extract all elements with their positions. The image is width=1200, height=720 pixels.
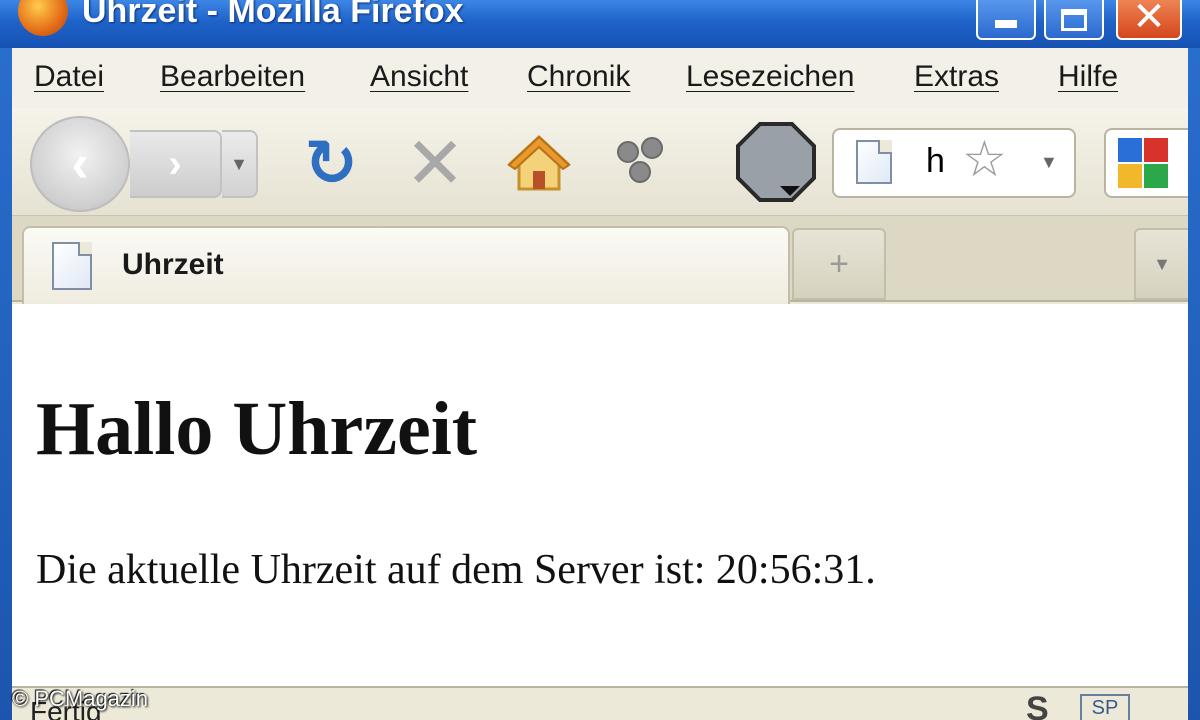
- maximize-button[interactable]: [1044, 0, 1104, 40]
- menu-item-bearbeiten[interactable]: Bearbeiten: [160, 60, 305, 94]
- menu-item-hilfe[interactable]: Hilfe: [1058, 60, 1118, 94]
- window-title: Uhrzeit - Mozilla Firefox: [82, 0, 464, 30]
- browser-window: Uhrzeit - Mozilla Firefox ✕ Datei Bearbe…: [0, 0, 1200, 720]
- status-sp-icon[interactable]: SP: [1080, 694, 1130, 720]
- minimize-button[interactable]: [976, 0, 1036, 40]
- menu-item-extras[interactable]: Extras: [914, 60, 999, 94]
- plus-icon: +: [829, 244, 849, 283]
- close-button[interactable]: ✕: [1116, 0, 1182, 40]
- page-icon: [856, 140, 892, 184]
- maximize-icon: [1061, 9, 1087, 31]
- reload-icon: ↻: [304, 126, 358, 199]
- menu-item-lesezeichen[interactable]: Lesezeichen: [686, 60, 854, 94]
- chevron-down-icon[interactable]: ▼: [1040, 152, 1058, 173]
- back-icon: ‹: [71, 135, 89, 193]
- navigation-toolbar: ‹ › ▼ ↻ ✕ h ☆ ▼: [12, 108, 1188, 216]
- tab-list-button[interactable]: ▼: [1134, 228, 1188, 300]
- chevron-down-icon: ▼: [230, 153, 248, 174]
- menu-item-ansicht[interactable]: Ansicht: [370, 60, 468, 94]
- tab-label: Uhrzeit: [122, 248, 224, 281]
- search-engine-icon: [1118, 138, 1170, 190]
- extension-button[interactable]: [608, 128, 678, 198]
- page-content: Hallo Uhrzeit Die aktuelle Uhrzeit auf d…: [12, 304, 1188, 686]
- status-bar: Fertig S SP: [12, 686, 1188, 720]
- history-dropdown-button[interactable]: ▼: [222, 130, 258, 198]
- bookmark-star-icon[interactable]: ☆: [962, 134, 1007, 184]
- menu-item-datei[interactable]: Datei: [34, 60, 104, 94]
- menu-bar: Datei Bearbeiten Ansicht Chronik Lesezei…: [12, 48, 1188, 108]
- home-button[interactable]: [504, 128, 574, 198]
- forward-icon: ›: [168, 141, 182, 186]
- status-s-icon[interactable]: S: [1026, 690, 1049, 720]
- home-icon: [507, 134, 571, 191]
- menu-item-chronik[interactable]: Chronik: [527, 60, 630, 94]
- tab-bar: Uhrzeit + ▼: [12, 216, 1188, 304]
- back-button[interactable]: ‹: [30, 116, 130, 212]
- forward-button[interactable]: ›: [130, 130, 222, 198]
- stop-sign-button[interactable]: [734, 120, 818, 204]
- watermark: © PCMagazin: [12, 686, 149, 711]
- minimize-icon: [995, 20, 1017, 28]
- stop-sign-icon: [736, 122, 816, 202]
- client-area: Datei Bearbeiten Ansicht Chronik Lesezei…: [12, 48, 1188, 720]
- new-tab-button[interactable]: +: [792, 228, 886, 300]
- url-bar[interactable]: h ☆ ▼: [832, 128, 1076, 198]
- close-icon: ✕: [1132, 0, 1166, 39]
- chevron-down-icon: ▼: [1153, 253, 1171, 274]
- page-heading: Hallo Uhrzeit: [36, 387, 478, 471]
- tab-uhrzeit[interactable]: Uhrzeit: [22, 226, 790, 304]
- url-input[interactable]: h: [926, 142, 945, 181]
- page-text: Die aktuelle Uhrzeit auf dem Server ist:…: [36, 547, 876, 593]
- reload-button[interactable]: ↻: [296, 126, 366, 199]
- firefox-logo-icon: [18, 0, 68, 36]
- title-bar[interactable]: Uhrzeit - Mozilla Firefox ✕: [0, 0, 1200, 48]
- page-icon: [52, 242, 92, 290]
- search-engine-button[interactable]: [1104, 128, 1188, 198]
- stop-icon: ✕: [404, 124, 466, 204]
- extension-icon: [613, 135, 673, 191]
- stop-button[interactable]: ✕: [400, 124, 470, 204]
